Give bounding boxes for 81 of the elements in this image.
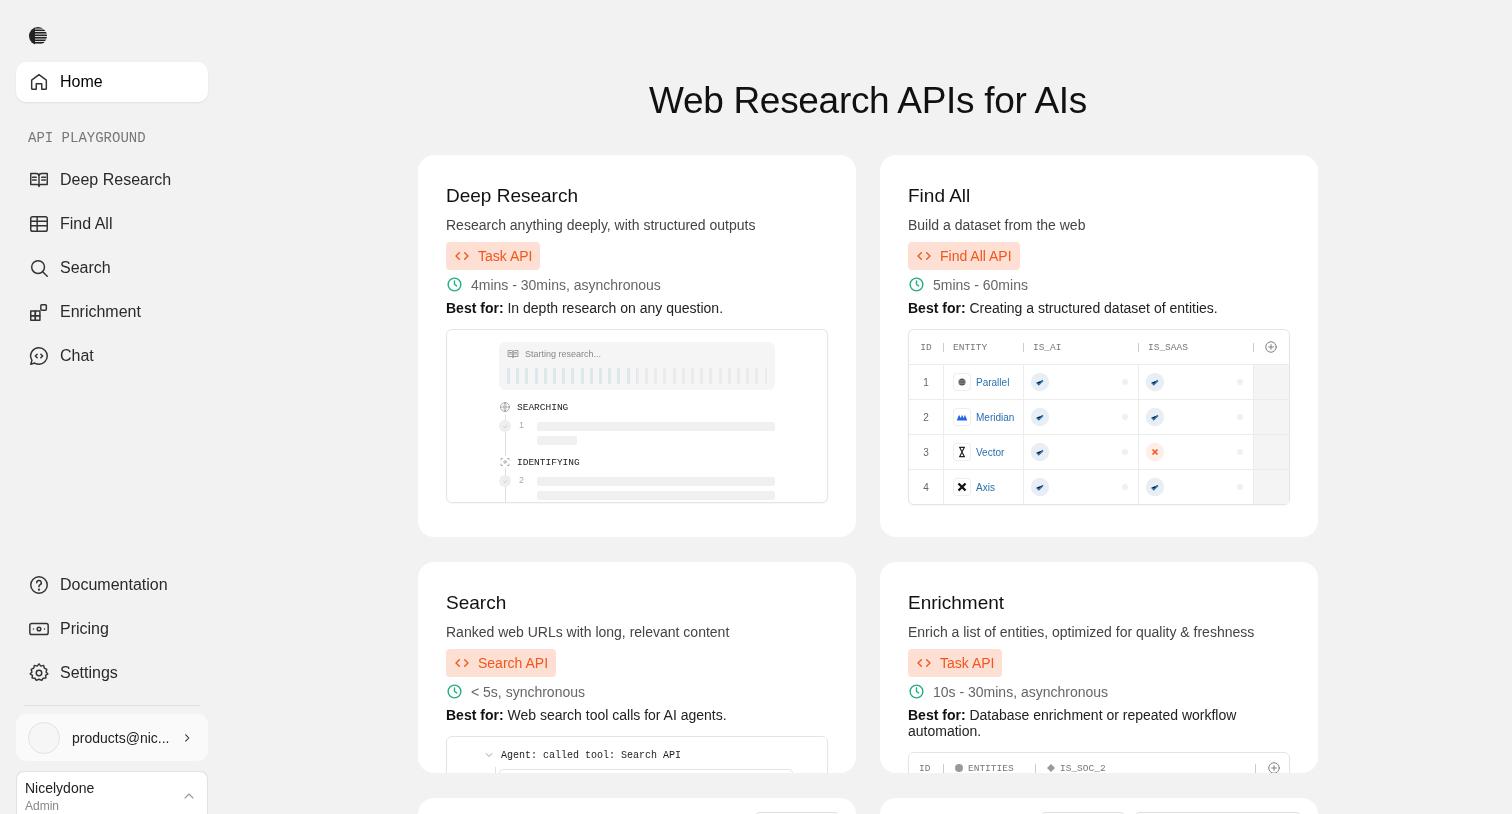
best-for-text: Best for: Web search tool calls for AI agents. [446,707,728,723]
column-header: IS_SOC_2 [1060,762,1106,773]
home-icon [28,71,50,93]
check-icon [1145,372,1165,392]
timing-text: 10s - 30mins, asynchronous [933,683,1109,700]
table-cell: 2 [923,411,929,423]
clock-icon [908,276,925,293]
check-icon [1030,372,1050,392]
add-column-icon[interactable] [1264,340,1278,354]
page-title: Web Research APIs for AIs [648,80,1088,122]
chat-icon [28,345,50,367]
add-column-icon[interactable] [1267,761,1281,773]
account-email: products@nic... [72,729,170,746]
clock-icon [446,276,463,293]
search-icon [28,257,50,279]
check-icon [1145,407,1165,427]
entity-link[interactable]: Vector [976,446,1005,458]
timing-text: 4mins - 30mins, asynchronous [471,276,661,293]
sidebar-item[interactable]: Home [16,62,208,102]
circle-icon [955,764,963,772]
column-header: ENTITY [953,341,988,353]
cross-icon [955,480,969,494]
step-number: 1 [519,420,525,432]
sidebar-item[interactable]: Deep Research [16,160,208,200]
card-title: Search [446,592,508,614]
section-label: API PLAYGROUND [28,130,147,146]
entity-link[interactable]: Parallel [976,376,1010,388]
step-number: 2 [519,475,525,487]
step-label: SEARCHING [517,401,569,413]
clock-icon [908,683,925,700]
scan-icon [499,456,511,468]
check-icon [1030,442,1050,462]
diamond-icon [1047,764,1055,772]
table-icon [28,213,50,235]
check-icon [1030,477,1050,497]
column-header: IS_AI [1033,341,1062,353]
best-for-text: Best for: In depth research on any question. [446,300,725,316]
check-icon [1030,407,1050,427]
clock-icon [446,683,463,700]
table-cell: 4 [923,481,929,493]
card-description: Build a dataset from the web [908,217,1087,233]
help-icon [28,574,50,596]
entity-link[interactable]: Axis [976,481,995,493]
card-title: Deep Research [446,185,580,207]
table-cell: 1 [923,376,929,388]
card-title: Enrichment [908,592,1006,614]
sidebar-item[interactable]: Documentation [16,565,208,605]
column-header: ENTITIES [968,762,1014,773]
table-cell: 3 [923,446,929,458]
sidebar-item[interactable]: Find All [16,204,208,244]
column-header: IS_SAAS [1148,341,1188,353]
card-description: Ranked web URLs with long, relevant content [446,624,731,640]
timing-text: 5mins - 60mins [933,276,1028,293]
sidebar-item[interactable]: Settings [16,653,208,693]
card-description: Research anything deeply, with structured outputs [446,217,757,233]
sidebar-item[interactable]: Chat [16,336,208,376]
account-button[interactable]: products@nic... [16,714,208,761]
best-for-text: Best for: Creating a structured dataset of entities. [908,300,1219,316]
entity-link[interactable]: Meridian [976,411,1015,423]
organization-role: Admin [25,799,59,813]
globe-icon [499,401,511,413]
blocks-icon [28,301,50,323]
organization-switcher[interactable]: Nicelydone Admin [16,771,208,814]
book-icon [507,348,519,360]
logo-icon[interactable] [28,26,48,46]
cross-icon [1145,442,1165,462]
column-header: ID [919,762,931,773]
sidebar-item[interactable]: Pricing [16,609,208,649]
best-for-text: Best for: Database enrichment or repeated workflow automation. [908,707,1238,739]
status-text: Starting research... [525,349,602,359]
step-label: IDENTIFYING [517,456,580,468]
check-icon [1145,477,1165,497]
organization-name: Nicelydone [25,780,95,796]
timing-text: < 5s, synchronous [471,683,585,700]
column-header: ID [920,341,932,353]
sidebar-item[interactable]: Enrichment [16,292,208,332]
card-title: Find All [908,185,972,207]
card-description: Enrich a list of entities, optimized for quality & freshness [908,624,1256,640]
tool-call-text: Agent: called tool: Search API [501,749,682,761]
sidebar-item[interactable]: Search [16,248,208,288]
settings-icon [28,662,50,684]
